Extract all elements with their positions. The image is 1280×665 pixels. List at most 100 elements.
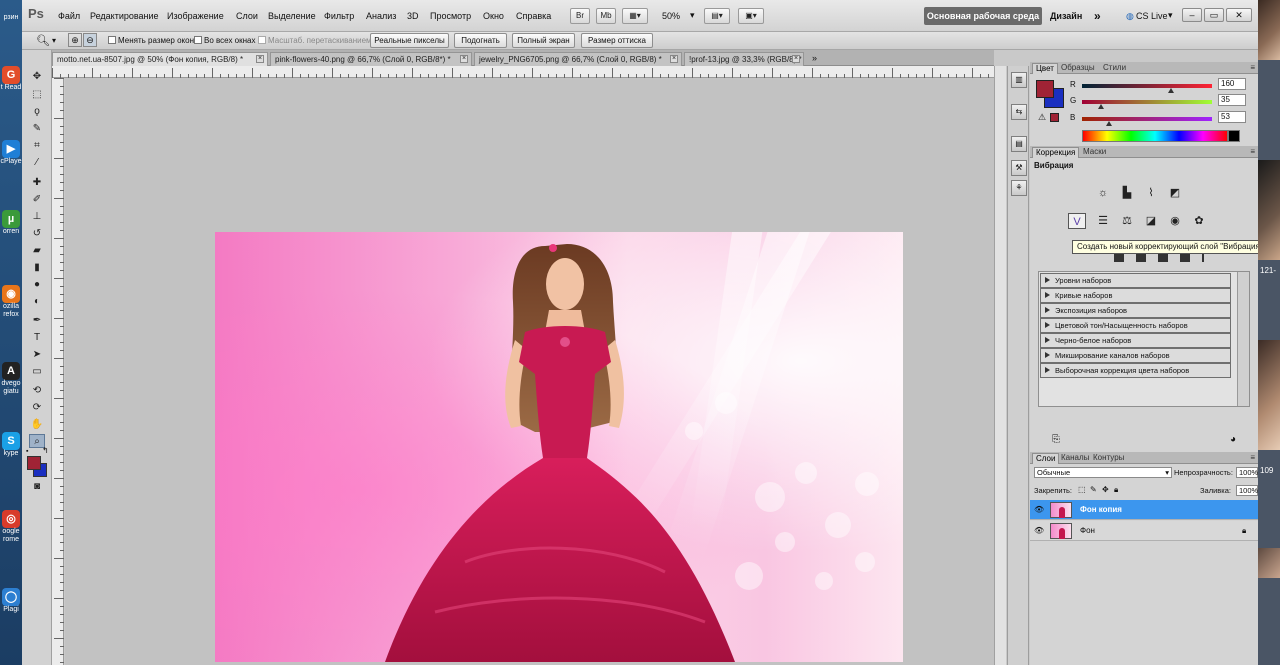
preset-black-white[interactable]: Черно-белое наборов bbox=[1040, 333, 1231, 348]
quick-mask-icon[interactable]: ◙ bbox=[29, 480, 45, 494]
levels-icon[interactable]: ▙ bbox=[1118, 185, 1136, 201]
history-icon[interactable]: ⇆ bbox=[1011, 104, 1027, 120]
red-value-input[interactable]: 160 bbox=[1218, 78, 1246, 90]
vibrance-icon[interactable]: V bbox=[1068, 213, 1086, 229]
full-screen-button[interactable]: Полный экран bbox=[512, 33, 575, 48]
vertical-ruler[interactable] bbox=[52, 78, 64, 665]
close-button[interactable]: ✕ bbox=[1226, 8, 1252, 22]
eraser-tool-icon[interactable]: ▰ bbox=[29, 244, 45, 258]
preset-selective-color[interactable]: Выборочная коррекция цвета наборов bbox=[1040, 363, 1231, 378]
print-size-button[interactable]: Размер оттиска bbox=[581, 33, 653, 48]
clone-stamp-tool-icon[interactable]: ⊥ bbox=[29, 210, 45, 224]
desktop-photo-thumbnail[interactable] bbox=[1258, 340, 1280, 450]
red-slider[interactable]: R 160 bbox=[1070, 78, 1256, 93]
blue-value-input[interactable]: 53 bbox=[1218, 111, 1246, 123]
menu-edit[interactable]: Редактирование bbox=[90, 11, 159, 21]
zoom-out-icon[interactable]: ⊖ bbox=[83, 33, 97, 47]
actions-icon[interactable]: ⚒ bbox=[1011, 160, 1027, 176]
canvas-vertical-scrollbar[interactable] bbox=[994, 66, 1006, 665]
marquee-tool-icon[interactable]: ⬚ bbox=[29, 88, 45, 102]
menu-layers[interactable]: Слои bbox=[236, 11, 258, 21]
gradient-tool-icon[interactable]: ▮ bbox=[29, 261, 45, 275]
tab-document-jewelry[interactable]: jewelry_PNG6705.png @ 66,7% (Слой 0, RGB… bbox=[474, 52, 682, 66]
green-slider-thumb[interactable] bbox=[1098, 104, 1104, 109]
brush-tool-icon[interactable]: ✐ bbox=[29, 193, 45, 207]
panel-menu-icon[interactable]: ≡ bbox=[1250, 453, 1255, 462]
menu-3d[interactable]: 3D bbox=[407, 11, 419, 21]
layer-row-background[interactable]: 👁︎ Фон 🔒︎ bbox=[1030, 521, 1258, 541]
green-slider[interactable]: G 35 bbox=[1070, 94, 1256, 109]
red-slider-thumb[interactable] bbox=[1168, 88, 1174, 93]
tab-styles[interactable]: Стили bbox=[1100, 63, 1129, 74]
photo-filter-icon[interactable]: ◉ bbox=[1166, 213, 1184, 229]
zoom-level[interactable]: 50% bbox=[662, 11, 680, 21]
menu-file[interactable]: Файл bbox=[58, 11, 80, 21]
path-selection-tool-icon[interactable]: ➤ bbox=[29, 348, 45, 362]
blue-slider[interactable]: B 53 bbox=[1070, 111, 1256, 126]
desktop-photo-thumbnail[interactable] bbox=[1258, 548, 1280, 578]
screen-mode-button[interactable]: ▣▾ bbox=[738, 8, 764, 24]
media-player-icon[interactable]: ▶ cPlaye bbox=[0, 140, 22, 166]
lock-pixels-icon[interactable]: ✎ bbox=[1090, 485, 1097, 494]
tab-document-pink-flowers[interactable]: pink-flowers-40.png @ 66,7% (Слой 0, RGB… bbox=[270, 52, 472, 66]
exposure-icon[interactable]: ◩ bbox=[1166, 185, 1184, 201]
foreground-color-box[interactable] bbox=[1036, 80, 1054, 98]
desktop-photo-thumbnail[interactable] bbox=[1258, 0, 1280, 60]
eye-icon[interactable]: 👁︎ bbox=[1034, 505, 1044, 515]
close-tab-icon[interactable]: × bbox=[670, 55, 678, 63]
green-value-input[interactable]: 35 bbox=[1218, 94, 1246, 106]
preset-hue-saturation[interactable]: Цветовой тон/Насыщенность наборов bbox=[1040, 318, 1231, 333]
fill-input[interactable]: 100% bbox=[1236, 485, 1258, 496]
presets-scrollbar[interactable] bbox=[1237, 272, 1249, 406]
eye-icon[interactable]: 👁︎ bbox=[1034, 526, 1044, 536]
eyedropper-tool-icon[interactable]: ⁄ bbox=[29, 156, 45, 170]
blue-slider-thumb[interactable] bbox=[1106, 121, 1112, 126]
opacity-input[interactable]: 100% bbox=[1236, 467, 1258, 478]
menu-image[interactable]: Изображение bbox=[167, 11, 224, 21]
preset-curves[interactable]: Кривые наборов bbox=[1040, 288, 1231, 303]
resize-windows-checkbox[interactable]: Менять размер окон bbox=[108, 36, 194, 45]
menu-analysis[interactable]: Анализ bbox=[366, 11, 396, 21]
preset-exposure[interactable]: Экспозиция наборов bbox=[1040, 303, 1231, 318]
black-white-icon[interactable]: ◪ bbox=[1142, 213, 1160, 229]
3d-rotate-tool-icon[interactable]: ⟲ bbox=[29, 384, 45, 398]
more-workspaces-icon[interactable]: » bbox=[1094, 9, 1101, 23]
desktop-photo-thumbnail[interactable] bbox=[1258, 160, 1280, 260]
pen-tool-icon[interactable]: ✒ bbox=[29, 314, 45, 328]
layer-row-background-copy[interactable]: 👁︎ Фон копия bbox=[1030, 500, 1258, 520]
plagiarism-icon[interactable]: ◯ Plagi bbox=[0, 588, 22, 614]
adjustment-options-icon[interactable]: ◕ bbox=[1230, 434, 1236, 445]
shape-tool-icon[interactable]: ▭ bbox=[29, 365, 45, 379]
zoom-tool-icon[interactable]: 🔍︎ bbox=[36, 34, 50, 47]
tab-paths[interactable]: Контуры bbox=[1090, 453, 1127, 464]
tab-adjustments[interactable]: Коррекция bbox=[1032, 147, 1080, 158]
swatch-panel-icon[interactable]: ▤ bbox=[1011, 136, 1027, 152]
all-windows-checkbox[interactable]: Во всех окнах bbox=[194, 36, 255, 45]
hand-tool-icon[interactable]: ✋ bbox=[29, 418, 45, 432]
gamut-swatch[interactable] bbox=[1050, 113, 1059, 122]
workspace-design-button[interactable]: Дизайн bbox=[1050, 11, 1082, 21]
foreground-color-swatch[interactable] bbox=[27, 456, 41, 470]
menu-window[interactable]: Окно bbox=[483, 11, 504, 21]
menu-view[interactable]: Просмотр bbox=[430, 11, 471, 21]
actual-pixels-button[interactable]: Реальные пикселы bbox=[370, 33, 449, 48]
color-spectrum-bar[interactable] bbox=[1082, 130, 1228, 142]
blend-mode-select[interactable]: Обычные ▾ bbox=[1034, 467, 1172, 478]
menu-select[interactable]: Выделение bbox=[268, 11, 316, 21]
lock-all-icon[interactable]: 🔒︎ bbox=[1114, 485, 1118, 495]
chevron-down-icon[interactable]: ▾ bbox=[1168, 10, 1173, 21]
swap-colors-icon[interactable]: ↰ bbox=[42, 446, 49, 455]
clone-source-icon[interactable]: ⚘ bbox=[1011, 180, 1027, 196]
panel-menu-icon[interactable]: ≡ bbox=[1250, 63, 1255, 72]
arrange-documents-button[interactable]: ▤▾ bbox=[704, 8, 730, 24]
3d-orbit-tool-icon[interactable]: ⟳ bbox=[29, 401, 45, 415]
canvas-area[interactable] bbox=[65, 78, 994, 665]
type-tool-icon[interactable]: T bbox=[29, 331, 45, 345]
tab-channels[interactable]: Каналы bbox=[1058, 453, 1092, 464]
healing-brush-tool-icon[interactable]: ✚ bbox=[29, 176, 45, 190]
lasso-tool-icon[interactable]: ϙ bbox=[29, 105, 45, 119]
tab-color[interactable]: Цвет bbox=[1032, 63, 1058, 74]
pdf-reader-icon[interactable]: Gt Read bbox=[0, 66, 22, 92]
hue-saturation-icon[interactable]: ☰ bbox=[1094, 213, 1112, 229]
menu-filter[interactable]: Фильтр bbox=[324, 11, 354, 21]
